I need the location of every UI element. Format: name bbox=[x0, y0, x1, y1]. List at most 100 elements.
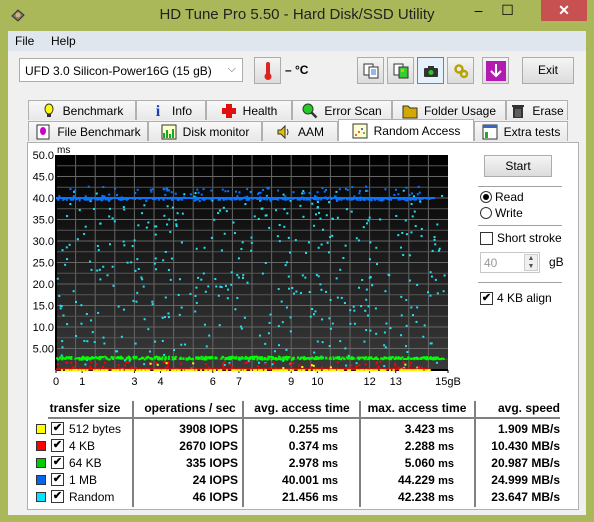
tab-benchmark[interactable]: Benchmark bbox=[28, 100, 136, 120]
series-64kb-point bbox=[311, 356, 314, 359]
random-series-point bbox=[112, 284, 115, 287]
exit-button[interactable]: Exit bbox=[522, 57, 574, 84]
random-series-point bbox=[215, 285, 218, 288]
series-64kb-point bbox=[243, 357, 246, 360]
random-series-point bbox=[408, 279, 411, 282]
series-1mb-point bbox=[69, 188, 72, 191]
series-512b-point bbox=[165, 362, 168, 365]
save-button[interactable] bbox=[482, 57, 509, 84]
random-series-point bbox=[307, 241, 310, 244]
random-series-point bbox=[204, 290, 207, 293]
random-series-point bbox=[367, 314, 370, 317]
random-series-point bbox=[195, 286, 198, 289]
random-series-point bbox=[277, 325, 280, 328]
x-tick-label: 1 bbox=[79, 376, 85, 388]
tab-aam[interactable]: AAM bbox=[262, 121, 338, 141]
tab-disk-monitor[interactable]: Disk monitor bbox=[148, 121, 262, 141]
series-512b-point bbox=[408, 369, 411, 372]
random-series-point bbox=[176, 212, 179, 215]
series-512b-point bbox=[280, 369, 283, 372]
series-checkbox[interactable]: ✔ bbox=[51, 422, 64, 435]
series-4kb-point bbox=[273, 361, 276, 364]
tab-folder-usage[interactable]: Folder Usage bbox=[392, 100, 506, 120]
header-avg-access: avg. access time bbox=[254, 401, 350, 415]
series-512b-point bbox=[235, 369, 238, 372]
short-stroke-size-input[interactable]: 40 ▲ ▼ bbox=[480, 252, 540, 273]
random-series-point bbox=[122, 240, 125, 243]
tab-erase[interactable]: Erase bbox=[506, 100, 568, 120]
series-1mb-point bbox=[405, 186, 408, 189]
tab-extra-tests[interactable]: Extra tests bbox=[474, 121, 568, 141]
random-series-point bbox=[289, 316, 292, 319]
series-checkbox[interactable]: ✔ bbox=[51, 473, 64, 486]
read-radio[interactable]: Read bbox=[480, 190, 524, 204]
random-series-point bbox=[371, 284, 374, 287]
random-series-point bbox=[225, 210, 228, 213]
series-512b-point bbox=[341, 369, 344, 372]
start-button[interactable]: Start bbox=[484, 155, 552, 177]
random-series-point bbox=[261, 207, 264, 210]
series-1mb-point bbox=[410, 192, 413, 195]
series-1mb-point bbox=[235, 190, 238, 193]
series-64kb-point bbox=[303, 358, 306, 361]
series-64kb-point bbox=[263, 356, 266, 359]
random-series-point bbox=[161, 339, 164, 342]
random-series-point bbox=[155, 225, 158, 228]
series-4kb-point bbox=[93, 367, 96, 370]
tab-random-access[interactable]: Random Access bbox=[338, 119, 474, 141]
series-64kb-point bbox=[329, 356, 332, 359]
series-4kb-point bbox=[375, 361, 378, 364]
screenshot-button[interactable] bbox=[417, 57, 444, 84]
close-button[interactable]: ✕ bbox=[541, 0, 587, 21]
random-series-point bbox=[367, 219, 370, 222]
random-series-point bbox=[203, 323, 206, 326]
minimize-button[interactable]: – bbox=[465, 0, 492, 21]
series-512b-point bbox=[220, 369, 223, 372]
series-64kb-point bbox=[125, 358, 128, 361]
series-64kb-point bbox=[107, 358, 110, 361]
temperature-button[interactable] bbox=[254, 57, 281, 84]
series-512b-point bbox=[250, 369, 253, 372]
options-button[interactable] bbox=[447, 57, 474, 84]
series-512b-point bbox=[128, 369, 131, 372]
series-checkbox[interactable]: ✔ bbox=[51, 439, 64, 452]
copy-screenshot-button[interactable] bbox=[387, 57, 414, 84]
maximize-button[interactable]: ☐ bbox=[494, 0, 521, 21]
drive-select[interactable]: UFD 3.0 Silicon-Power16G (15 gB) ⌵ bbox=[19, 58, 243, 82]
series-checkbox[interactable]: ✔ bbox=[51, 456, 64, 469]
random-series-point bbox=[244, 203, 247, 206]
random-series-point bbox=[411, 215, 414, 218]
tab-error-scan[interactable]: Error Scan bbox=[292, 100, 392, 120]
series-1mb-point bbox=[238, 191, 241, 194]
series-512b-point bbox=[301, 369, 304, 372]
align-4kb-checkbox[interactable]: ✔ 4 KB align bbox=[480, 291, 552, 305]
random-series-point bbox=[365, 298, 368, 301]
random-series-point bbox=[178, 313, 181, 316]
header-operations: operations / sec bbox=[144, 401, 236, 415]
series-1mb-point bbox=[249, 191, 252, 194]
series-64kb-point bbox=[276, 357, 279, 360]
max-access-value: 2.288 ms bbox=[404, 439, 454, 453]
series-64kb-point bbox=[129, 358, 132, 361]
menu-help[interactable]: Help bbox=[51, 34, 76, 48]
random-series-point bbox=[400, 295, 403, 298]
series-512b-point bbox=[136, 369, 139, 372]
random-series-point bbox=[405, 324, 408, 327]
tab-health[interactable]: Health bbox=[206, 100, 292, 120]
menu-file[interactable]: File bbox=[15, 34, 34, 48]
avg-speed-value: 10.430 MB/s bbox=[491, 439, 560, 453]
series-4kb-point bbox=[73, 367, 76, 370]
spin-arrows-icon[interactable]: ▲ ▼ bbox=[524, 254, 538, 271]
copy-text-button[interactable] bbox=[357, 57, 384, 84]
write-radio[interactable]: Write bbox=[480, 206, 523, 220]
random-series-point bbox=[335, 277, 338, 280]
random-series-point bbox=[98, 268, 101, 271]
series-512b-point bbox=[400, 368, 403, 371]
tab-file-benchmark[interactable]: File Benchmark bbox=[28, 121, 148, 141]
series-checkbox[interactable]: ✔ bbox=[51, 490, 64, 503]
series-64kb-point bbox=[186, 358, 189, 361]
short-stroke-checkbox[interactable]: Short stroke bbox=[480, 231, 562, 245]
random-series-point bbox=[340, 296, 343, 299]
series-color-swatch bbox=[36, 424, 46, 434]
tab-info[interactable]: i Info bbox=[136, 100, 206, 120]
